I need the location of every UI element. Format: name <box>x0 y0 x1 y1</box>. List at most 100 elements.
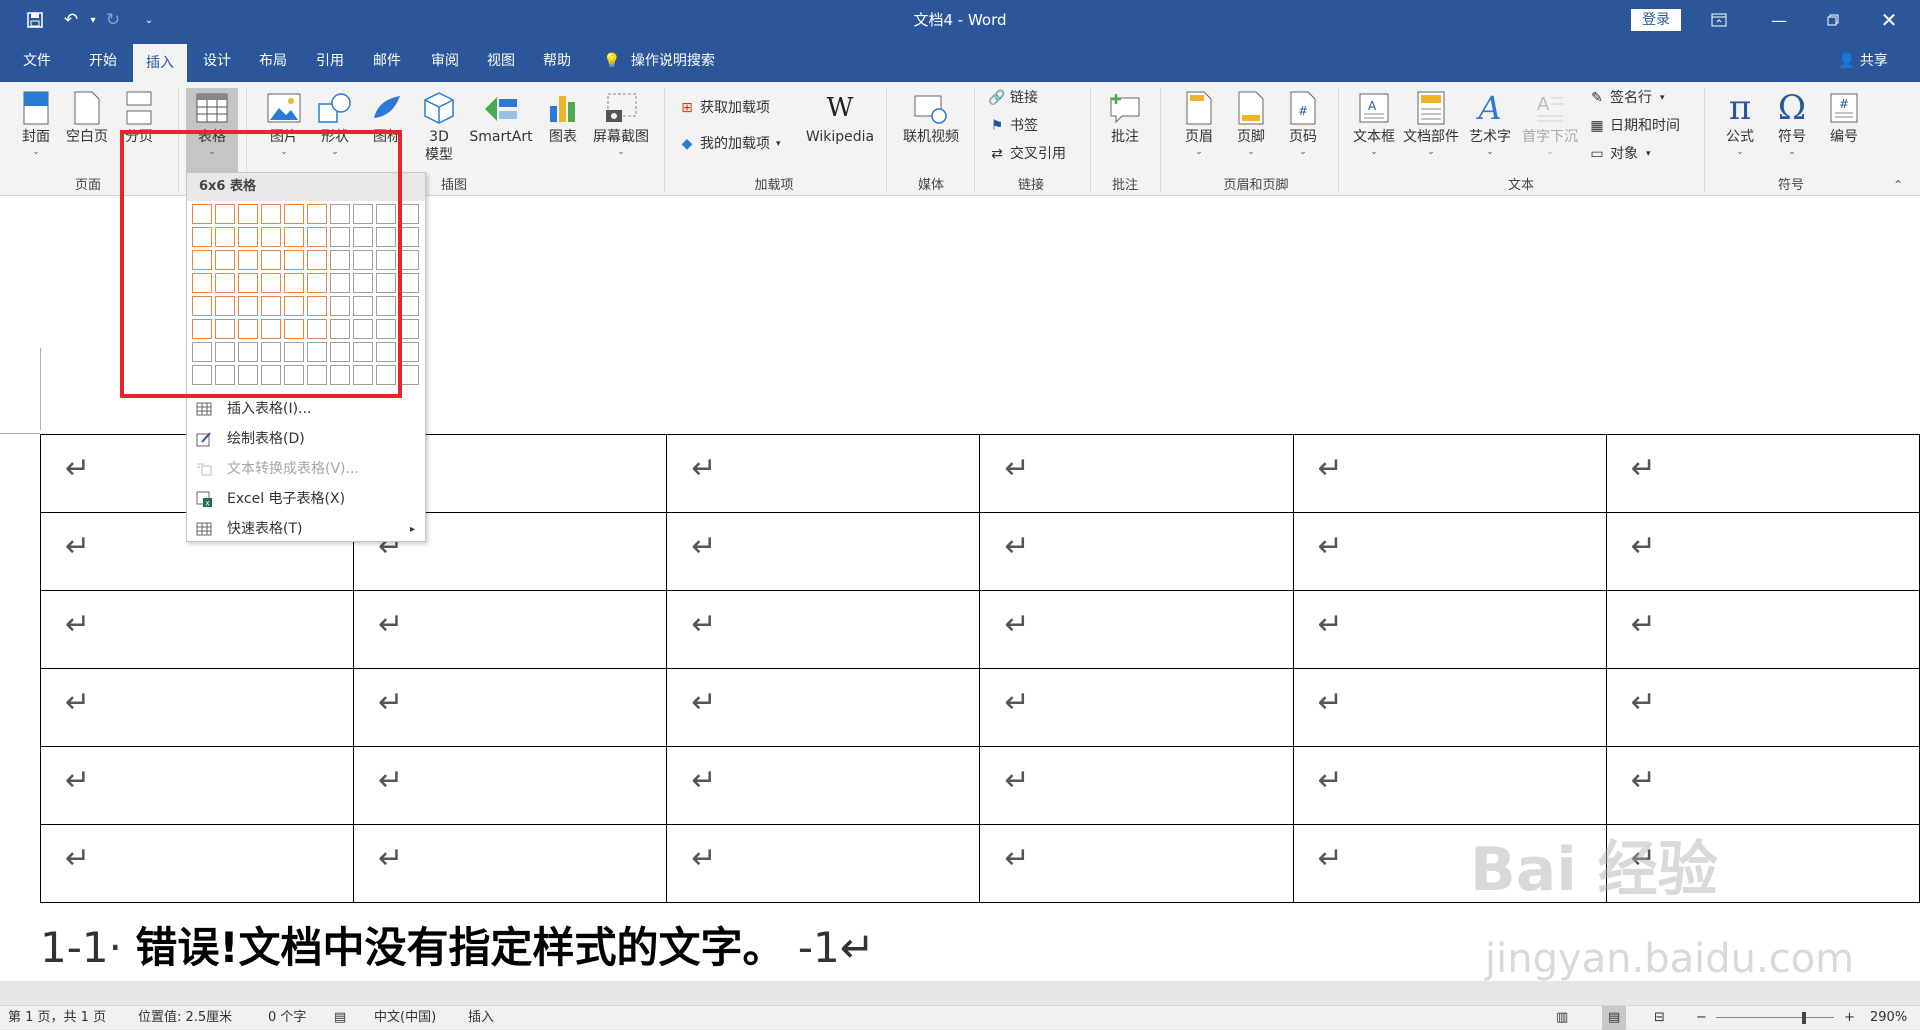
table-grid-cell[interactable] <box>261 250 281 270</box>
tab-design[interactable]: 设计 <box>196 40 238 82</box>
table-grid-cell[interactable] <box>215 365 235 385</box>
table-grid-cell[interactable] <box>261 204 281 224</box>
ribbon-display-options-icon[interactable] <box>1696 0 1742 40</box>
table-grid-cell[interactable] <box>284 273 304 293</box>
table-cell[interactable]: ↵ <box>666 824 981 903</box>
tab-mailings[interactable]: 邮件 <box>366 40 408 82</box>
excel-spreadsheet-menu-item[interactable]: x Excel 电子表格(X) <box>187 485 425 514</box>
tab-view[interactable]: 视图 <box>480 40 522 82</box>
drop-cap-button[interactable]: A 首字下沉 ⌄ <box>1518 88 1582 184</box>
table-cell[interactable]: ↵ <box>666 746 981 825</box>
table-grid-cell[interactable] <box>284 365 304 385</box>
table-cell[interactable]: ↵ <box>39 590 355 669</box>
table-grid-cell[interactable] <box>353 204 373 224</box>
proofing-icon[interactable]: ▤ <box>334 1006 346 1030</box>
table-cell[interactable]: ↵ <box>1605 434 1920 513</box>
tab-help[interactable]: 帮助 <box>536 40 578 82</box>
chart-button[interactable]: 图表 <box>542 88 584 184</box>
table-cell[interactable]: ↵ <box>1292 746 1607 825</box>
table-cell[interactable]: ↵ <box>353 590 668 669</box>
table-cell[interactable]: ↵ <box>979 512 1294 591</box>
tab-home[interactable]: 开始 <box>82 40 124 82</box>
table-cell[interactable]: ↵ <box>666 512 981 591</box>
login-button[interactable]: 登录 <box>1631 9 1681 31</box>
table-grid-cell[interactable] <box>261 296 281 316</box>
table-grid-cell[interactable] <box>215 319 235 339</box>
table-grid-cell[interactable] <box>376 204 396 224</box>
share-button[interactable]: 👤 共享 <box>1838 40 1888 82</box>
save-icon[interactable] <box>22 8 48 32</box>
table-grid-cell[interactable] <box>284 227 304 247</box>
table-grid-cell[interactable] <box>238 227 258 247</box>
table-grid-cell[interactable] <box>238 273 258 293</box>
smartart-button[interactable]: SmartArt <box>466 88 536 184</box>
table-grid-cell[interactable] <box>192 319 212 339</box>
footer-button[interactable]: 页脚 ⌄ <box>1228 88 1274 184</box>
table-grid-cell[interactable] <box>238 319 258 339</box>
table-cell[interactable]: ↵ <box>1292 434 1607 513</box>
table-grid-cell[interactable] <box>330 204 350 224</box>
table-grid-cell[interactable] <box>399 204 419 224</box>
table-grid-cell[interactable] <box>192 342 212 362</box>
insert-table-menu-item[interactable]: 插入表格(I)... <box>187 395 425 424</box>
table-grid-cell[interactable] <box>353 365 373 385</box>
collapse-ribbon-icon[interactable]: ⌃ <box>1893 178 1903 192</box>
table-grid-cell[interactable] <box>399 342 419 362</box>
table-grid-cell[interactable] <box>399 227 419 247</box>
page-number-button[interactable]: # 页码 ⌄ <box>1280 88 1326 184</box>
draw-table-menu-item[interactable]: 绘制表格(D) <box>187 425 425 454</box>
table-cell[interactable]: ↵ <box>1292 668 1607 747</box>
insert-mode-indicator[interactable]: 插入 <box>468 1006 494 1030</box>
quick-tables-menu-item[interactable]: 快速表格(T) ▸ <box>187 515 425 544</box>
table-grid-cell[interactable] <box>238 296 258 316</box>
table-grid-cell[interactable] <box>238 342 258 362</box>
table-cell[interactable]: ↵ <box>39 746 355 825</box>
table-cell[interactable]: ↵ <box>979 824 1294 903</box>
picture-button[interactable]: 图片 ⌄ <box>262 88 306 184</box>
zoom-in-icon[interactable]: + <box>1844 1006 1855 1030</box>
redo-icon[interactable]: ↻ <box>100 8 126 32</box>
symbol-button[interactable]: Ω 符号 ⌄ <box>1768 88 1816 184</box>
table-grid-cell[interactable] <box>261 342 281 362</box>
equation-button[interactable]: π 公式 ⌄ <box>1716 88 1764 184</box>
table-grid-cell[interactable] <box>376 342 396 362</box>
cross-reference-button[interactable]: ⇄ 交叉引用 <box>988 142 1066 166</box>
minimize-icon[interactable]: — <box>1756 0 1802 40</box>
table-cell[interactable]: ↵ <box>39 824 355 903</box>
bookmark-button[interactable]: ⚑ 书签 <box>988 114 1038 138</box>
table-grid-cell[interactable] <box>307 273 327 293</box>
table-grid-cell[interactable] <box>192 204 212 224</box>
table-grid-cell[interactable] <box>307 296 327 316</box>
table-grid-cell[interactable] <box>330 227 350 247</box>
table-cell[interactable]: ↵ <box>353 746 668 825</box>
table-grid-cell[interactable] <box>376 250 396 270</box>
table-grid-cell[interactable] <box>353 273 373 293</box>
table-cell[interactable]: ↵ <box>1292 590 1607 669</box>
table-grid-cell[interactable] <box>353 250 373 270</box>
page-break-button[interactable]: 分页 <box>118 88 160 184</box>
table-grid-cell[interactable] <box>376 273 396 293</box>
table-grid-cell[interactable] <box>284 319 304 339</box>
table-grid-cell[interactable] <box>330 365 350 385</box>
link-button[interactable]: 🔗 链接 <box>988 86 1038 110</box>
table-grid-cell[interactable] <box>192 250 212 270</box>
table-grid-cell[interactable] <box>399 365 419 385</box>
table-cell[interactable]: ↵ <box>666 668 981 747</box>
wordart-button[interactable]: A 艺术字 ⌄ <box>1464 88 1516 184</box>
table-cell[interactable]: ↵ <box>979 434 1294 513</box>
table-grid-cell[interactable] <box>376 296 396 316</box>
table-grid-cell[interactable] <box>215 296 235 316</box>
table-grid-cell[interactable] <box>192 227 212 247</box>
table-grid-cell[interactable] <box>284 250 304 270</box>
table-cell[interactable]: ↵ <box>666 434 981 513</box>
tell-me-search[interactable]: 💡 操作说明搜索 <box>603 40 715 82</box>
table-grid-cell[interactable] <box>215 273 235 293</box>
table-grid-cell[interactable] <box>353 227 373 247</box>
convert-text-to-table-menu-item[interactable]: 文本转换成表格(V)... <box>187 455 425 484</box>
blank-page-button[interactable]: 空白页 <box>62 88 112 184</box>
zoom-slider-thumb[interactable] <box>1802 1012 1806 1024</box>
table-grid-cell[interactable] <box>238 250 258 270</box>
table-grid-cell[interactable] <box>376 319 396 339</box>
tab-insert[interactable]: 插入 <box>133 44 187 82</box>
page-count[interactable]: 第 1 页，共 1 页 <box>8 1006 106 1030</box>
